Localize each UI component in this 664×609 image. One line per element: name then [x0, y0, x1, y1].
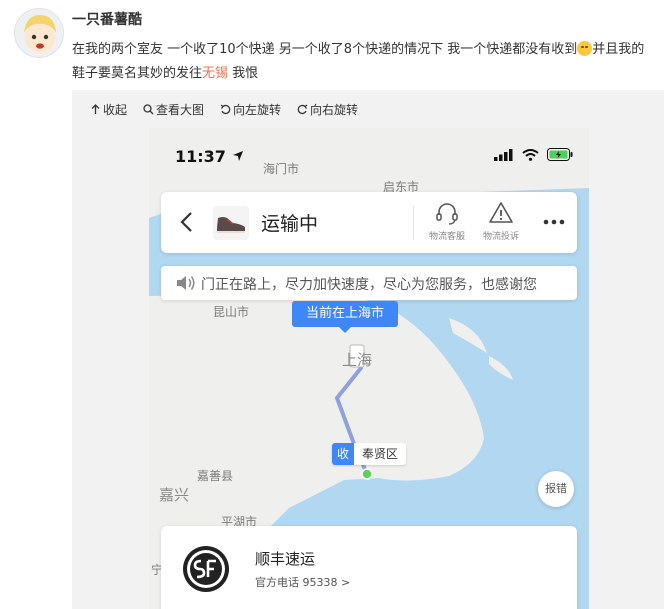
report-error-button[interactable]: 报错	[538, 471, 574, 507]
phone-screenshot[interactable]: 海门市 启东市 昆山市 上海 嘉善县 嘉兴 平湖市 宁 11:37 运输中 物流…	[149, 128, 589, 609]
map-label-shanghai: 上海	[342, 351, 372, 369]
speaker-icon	[177, 276, 195, 290]
status-bar: 11:37	[149, 128, 589, 183]
back-arrow-icon[interactable]	[177, 210, 197, 234]
receiver-marker[interactable]: 收 奉贤区	[332, 443, 407, 465]
rotate-right-label: 向右旋转	[310, 103, 359, 117]
wifi-icon	[522, 148, 539, 161]
current-location-tooltip: 当前在上海市	[292, 301, 399, 333]
map-label-jiaxing: 嘉兴	[159, 486, 189, 504]
receiver-place: 奉贤区	[354, 443, 407, 465]
view-large-label: 查看大图	[156, 103, 205, 117]
avatar[interactable]	[14, 8, 64, 58]
logistics-complaint-label: 物流投诉	[482, 232, 519, 242]
rotate-left-label: 向左旋转	[233, 103, 282, 117]
logistics-support-label: 物流客服	[428, 232, 465, 242]
collapse-label: 收起	[103, 103, 128, 117]
signal-icon	[494, 148, 513, 161]
sf-express-logo-icon	[183, 546, 229, 592]
order-status-card: 运输中 物流客服 物流投诉	[161, 192, 577, 253]
logistics-support-button[interactable]: 物流客服	[419, 200, 475, 242]
location-link[interactable]: 无锡	[202, 66, 228, 81]
media-toolbar: 收起 查看大图 向左旋转 向右旋转	[90, 101, 358, 118]
time-text: 11:37	[175, 147, 226, 166]
post-text: 在我的两个室友 一个收了10个快递 另一个收了8个快递的情况下 我一个快递都没有…	[72, 38, 654, 86]
warning-icon	[489, 202, 513, 223]
location-arrow-icon	[232, 151, 243, 161]
receiver-tag: 收	[332, 443, 354, 465]
more-dots-icon[interactable]	[541, 212, 567, 232]
collapse-button[interactable]: 收起	[90, 101, 127, 118]
map-label-jiashan: 嘉善县	[197, 468, 233, 483]
username[interactable]: 一只番薯酷	[72, 9, 142, 29]
divider	[413, 206, 414, 240]
headset-icon	[436, 203, 458, 225]
magnifier-icon	[143, 104, 154, 115]
logistics-complaint-button[interactable]: 物流投诉	[473, 200, 529, 242]
courier-card[interactable]: 顺丰速运 官方电话 95338 >	[161, 526, 577, 609]
order-status: 运输中	[261, 213, 319, 235]
post-text-part3: 我恨	[228, 66, 259, 81]
map-label-kunshan: 昆山市	[213, 304, 249, 319]
notice-bar[interactable]: 门正在路上，尽力加快速度，尽心为您服务，也感谢您	[161, 266, 577, 300]
status-time: 11:37	[175, 147, 244, 166]
rotate-right-icon	[297, 104, 308, 115]
sad-face-emoji-icon	[577, 41, 593, 56]
product-thumbnail[interactable]	[213, 206, 249, 240]
rotate-right-button[interactable]: 向右旋转	[297, 101, 358, 118]
battery-charging-icon	[547, 148, 573, 161]
post-text-part1: 在我的两个室友 一个收了10个快递 另一个收了8个快递的情况下 我一个快递都没有…	[72, 42, 578, 57]
rotate-left-icon	[220, 104, 231, 115]
arrow-up-icon	[91, 104, 100, 114]
courier-phone-link[interactable]: 官方电话 95338 >	[255, 574, 350, 590]
courier-name: 顺丰速运	[255, 550, 316, 568]
view-large-button[interactable]: 查看大图	[143, 101, 204, 118]
notice-text: 门正在路上，尽力加快速度，尽心为您服务，也感谢您	[201, 277, 537, 293]
rotate-left-button[interactable]: 向左旋转	[220, 101, 281, 118]
